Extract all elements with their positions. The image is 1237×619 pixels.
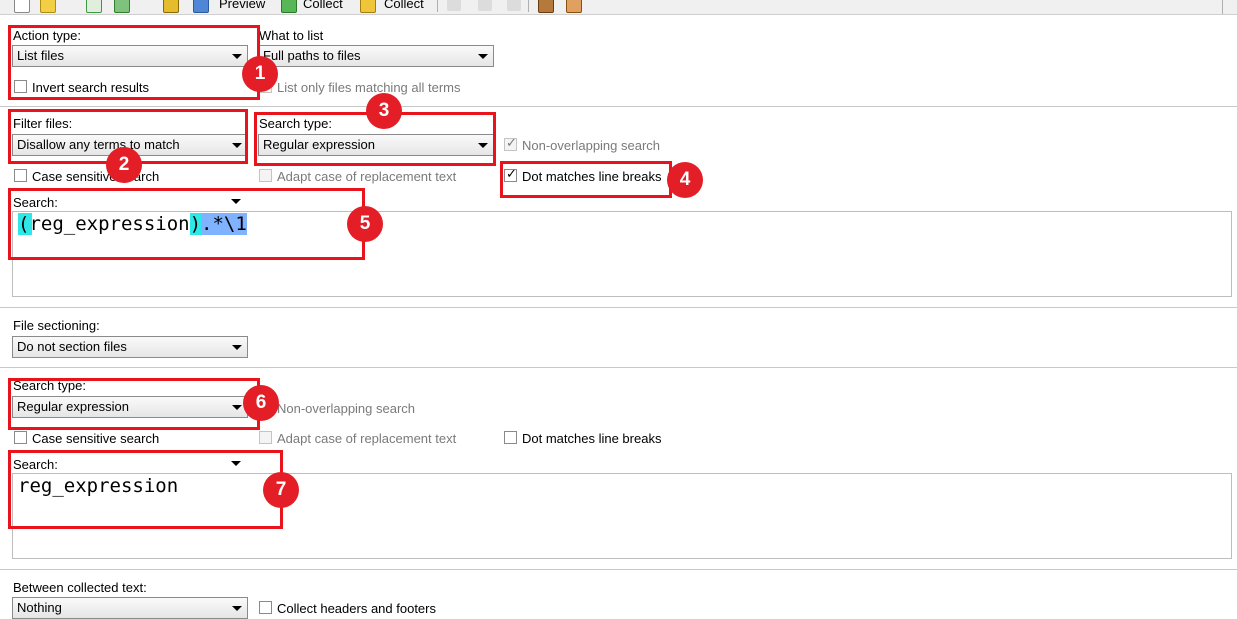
play-icon[interactable] (478, 0, 492, 11)
annotation-badge-7: 7 (263, 472, 299, 508)
dot-matches-label: Dot matches line breaks (522, 431, 662, 446)
collect-headers-label: Collect headers and footers (277, 601, 436, 616)
section-divider (0, 367, 1237, 368)
dot-matches-checkbox[interactable] (504, 431, 517, 444)
check-mark-icon: ✓ (506, 135, 517, 150)
non-overlapping-label: Non-overlapping search (522, 138, 661, 153)
annotation-badge-1: 1 (242, 56, 278, 92)
list-only-matching-label: List only files matching all terms (277, 80, 461, 95)
section-divider (0, 307, 1237, 308)
collect-icon[interactable] (281, 0, 297, 13)
file-sectioning-value: Do not section files (17, 339, 127, 354)
between-collected-label: Between collected text: (13, 580, 147, 595)
collect-all-button[interactable]: Collect (384, 0, 424, 12)
what-to-list-value: Full paths to files (263, 48, 361, 63)
chevron-down-icon (478, 54, 488, 59)
preview-button[interactable]: Preview (219, 0, 265, 12)
archive-icon[interactable] (163, 0, 179, 13)
user-icon[interactable] (538, 0, 554, 13)
annotation-badge-5: 5 (347, 206, 383, 242)
adapt-case-checkbox[interactable] (259, 169, 272, 182)
annotation-badge-3: 3 (366, 93, 402, 129)
case-sensitive-checkbox[interactable] (14, 169, 27, 182)
non-overlapping-checkbox[interactable]: ✓ (504, 135, 517, 151)
save-icon[interactable] (86, 0, 102, 13)
annotation-box-7 (8, 450, 283, 529)
case-sensitive-label: Case sensitive search (32, 431, 160, 446)
annotation-box-1 (8, 25, 260, 100)
collect-headers-checkbox[interactable] (259, 601, 272, 614)
new-file-icon[interactable] (14, 0, 30, 13)
reload-icon[interactable] (114, 0, 130, 13)
file-sectioning-label: File sectioning: (13, 318, 100, 333)
toolbar-separator (437, 0, 438, 12)
non-overlapping-label: Non-overlapping search (277, 401, 416, 416)
stop-icon[interactable] (507, 0, 521, 11)
annotation-badge-4: 4 (667, 162, 703, 198)
adapt-case-checkbox[interactable] (259, 431, 272, 444)
open-folder-icon[interactable] (40, 0, 56, 13)
annotation-box-4 (500, 161, 672, 198)
file-sectioning-select[interactable]: Do not section files (12, 336, 248, 358)
section-divider (0, 569, 1237, 570)
annotation-badge-2: 2 (106, 147, 142, 183)
between-collected-select[interactable]: Nothing (12, 597, 248, 619)
case-sensitive-checkbox[interactable] (14, 431, 27, 444)
between-collected-value: Nothing (17, 600, 62, 615)
pause-icon[interactable] (447, 0, 461, 11)
adapt-case-label: Adapt case of replacement text (277, 431, 457, 446)
chevron-down-icon (232, 606, 242, 611)
annotation-box-5 (8, 188, 365, 260)
annotation-box-6 (8, 378, 260, 430)
collect-all-icon[interactable] (360, 0, 376, 13)
section-divider (0, 106, 1237, 107)
toolbar: Preview Collect Collect (0, 0, 1237, 15)
what-to-list-label: What to list (259, 28, 324, 43)
what-to-list-select[interactable]: Full paths to files (258, 45, 494, 67)
collect-button[interactable]: Collect (303, 0, 343, 12)
annotation-badge-6: 6 (243, 385, 279, 421)
preview-icon[interactable] (193, 0, 209, 13)
toolbar-separator (528, 0, 529, 12)
adapt-case-label: Adapt case of replacement text (277, 169, 457, 184)
edit-pen-icon[interactable] (566, 0, 582, 13)
toolbar-edge (1222, 0, 1223, 14)
chevron-down-icon (232, 345, 242, 350)
